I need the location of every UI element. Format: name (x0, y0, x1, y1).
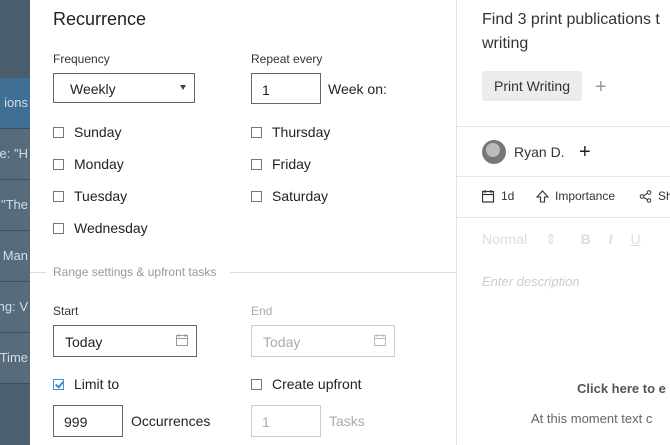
background-row[interactable]: : "The (0, 180, 30, 231)
end-date-input[interactable]: Today (251, 325, 395, 357)
edit-hint[interactable]: Click here to e (577, 381, 666, 396)
calendar-icon (482, 189, 495, 203)
range-section-title: Range settings & upfront tasks (53, 265, 225, 279)
day-thursday-checkbox[interactable]: Thursday (251, 124, 330, 140)
create-upfront-checkbox[interactable]: Create upfront (251, 376, 362, 392)
checkbox-icon[interactable] (53, 222, 64, 234)
checkbox-icon[interactable] (53, 126, 64, 138)
assignee-name[interactable]: Ryan D. (514, 144, 565, 160)
background-row[interactable]: e: "H (0, 129, 30, 180)
divider (457, 217, 670, 218)
background-row[interactable]: Man (0, 231, 30, 282)
tasks-input[interactable]: 1 (251, 405, 321, 437)
background-row[interactable]: Time (0, 333, 30, 384)
start-label: Start (53, 304, 79, 318)
add-tag-icon[interactable]: + (595, 77, 607, 97)
background-row[interactable]: ing: V (0, 282, 30, 333)
calendar-icon[interactable] (374, 334, 386, 346)
day-tuesday-checkbox[interactable]: Tuesday (53, 188, 127, 204)
frequency-select[interactable]: Weekly (53, 73, 195, 103)
day-saturday-checkbox[interactable]: Saturday (251, 188, 328, 204)
occurrences-input[interactable]: 999 (53, 405, 123, 437)
repeat-every-input[interactable]: 1 (251, 73, 321, 104)
calendar-icon[interactable] (176, 334, 188, 346)
arrow-up-icon (536, 189, 549, 203)
bold-button[interactable]: B (581, 231, 591, 247)
divider (457, 176, 670, 177)
description-placeholder[interactable]: Enter description (482, 274, 580, 289)
tag-chip[interactable]: Print Writing (482, 71, 582, 101)
share-icon (639, 189, 652, 203)
checkbox-icon[interactable] (251, 126, 262, 138)
section-divider (230, 272, 456, 273)
background-header (0, 0, 30, 78)
dialog-title: Recurrence (53, 9, 147, 29)
tasks-label: Tasks (329, 413, 365, 429)
italic-button[interactable]: I (609, 231, 613, 247)
format-select[interactable]: Normal (482, 231, 527, 247)
divider (457, 126, 670, 127)
edit-hint-secondary: At this moment text c (531, 411, 653, 426)
checkbox-checked-icon[interactable] (53, 378, 64, 390)
background-row[interactable]: ions (0, 78, 30, 129)
checkbox-icon[interactable] (251, 190, 262, 202)
day-monday-checkbox[interactable]: Monday (53, 156, 124, 172)
day-wednesday-checkbox[interactable]: Wednesday (53, 220, 148, 236)
checkbox-icon[interactable] (251, 158, 262, 170)
task-detail-panel: Find 3 print publications t writing Prin… (456, 0, 670, 445)
repeat-every-label: Repeat every (251, 52, 323, 66)
frequency-label: Frequency (53, 52, 110, 66)
checkbox-icon[interactable] (53, 158, 64, 170)
avatar[interactable] (482, 140, 506, 164)
format-select-arrow-icon[interactable]: ⇕ (545, 231, 557, 247)
duration-button[interactable]: 1d (482, 189, 514, 203)
underline-button[interactable]: U (630, 231, 640, 247)
week-on-label: Week on: (328, 81, 387, 97)
checkbox-icon[interactable] (53, 190, 64, 202)
day-friday-checkbox[interactable]: Friday (251, 156, 311, 172)
editor-toolbar: Normal ⇕ B I U (482, 231, 655, 248)
background-task-list: ions e: "H : "The Man ing: V Time (0, 0, 30, 445)
frequency-value: Weekly (70, 81, 116, 97)
importance-button[interactable]: Importance (536, 189, 615, 203)
recurrence-dialog: Recurrence Frequency Weekly Repeat every… (30, 0, 456, 445)
task-title[interactable]: Find 3 print publications t writing (482, 8, 670, 56)
day-sunday-checkbox[interactable]: Sunday (53, 124, 121, 140)
occurrences-label: Occurrences (131, 413, 211, 429)
share-button[interactable]: Sh (639, 189, 670, 203)
checkbox-icon[interactable] (251, 378, 262, 390)
limit-to-checkbox[interactable]: Limit to (53, 376, 119, 392)
add-assignee-icon[interactable]: + (579, 141, 591, 164)
end-label: End (251, 304, 273, 318)
caret-down-icon (180, 85, 186, 90)
section-divider (30, 272, 46, 273)
start-date-input[interactable]: Today (53, 325, 197, 357)
